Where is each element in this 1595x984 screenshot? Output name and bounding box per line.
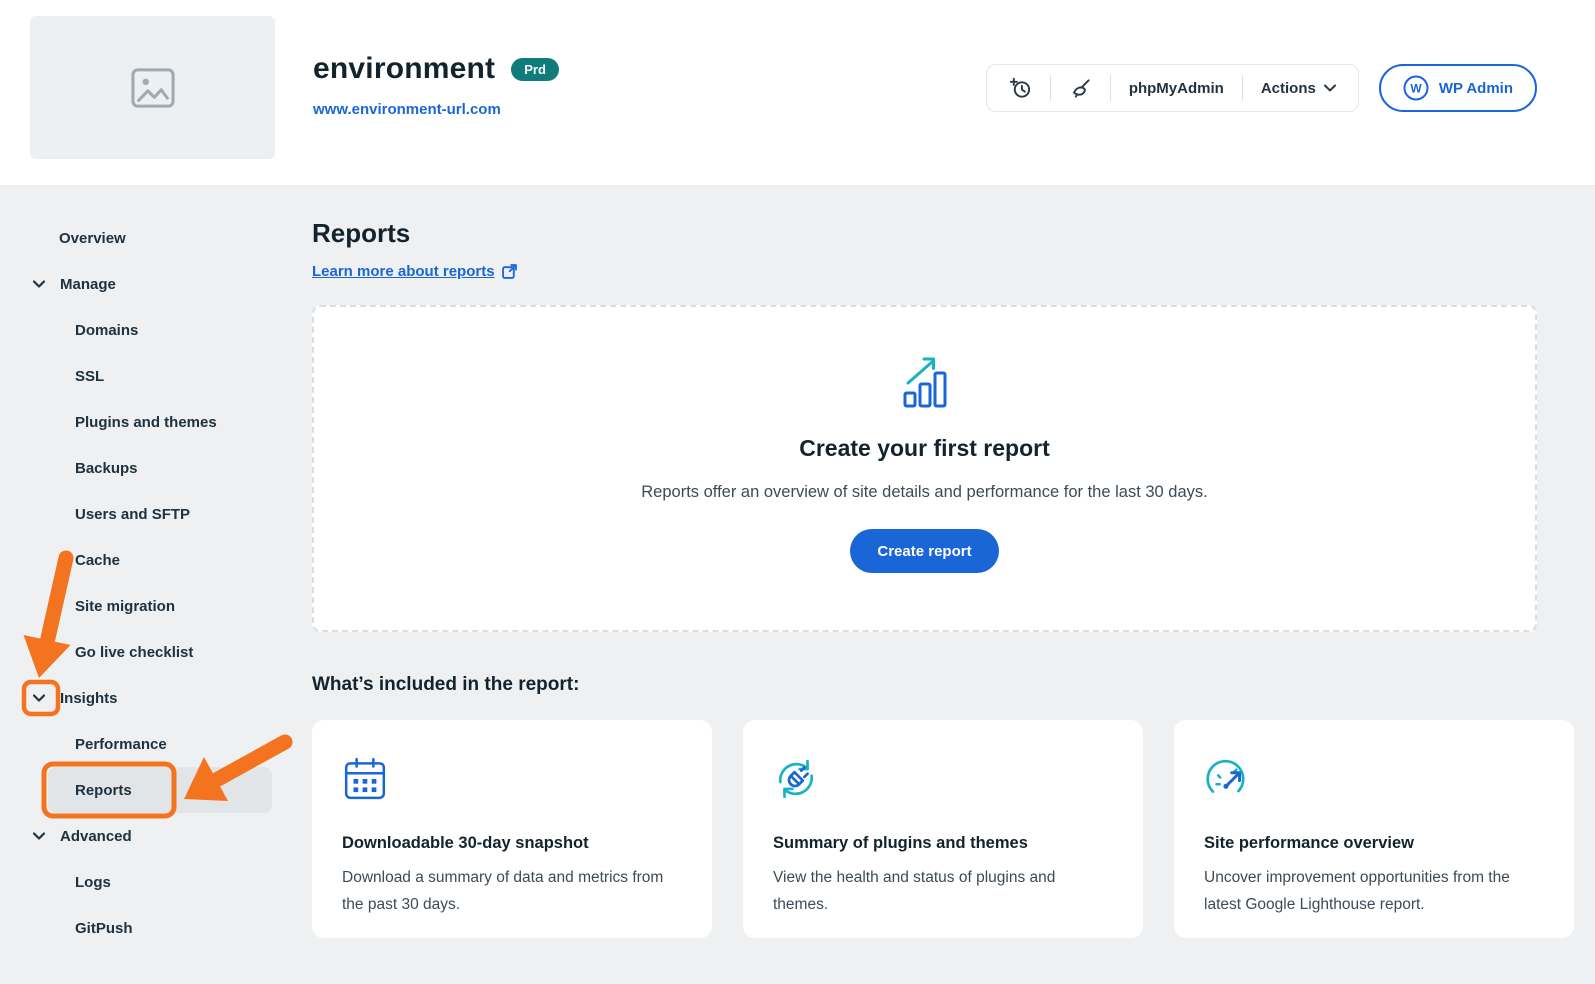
sidebar-item-label: Domains — [75, 322, 138, 339]
sidebar-item-logs[interactable]: Logs — [48, 859, 272, 905]
phpmyadmin-label: phpMyAdmin — [1129, 80, 1224, 97]
sidebar-group-label: Insights — [60, 690, 118, 707]
sidebar-group-label: Advanced — [60, 828, 132, 845]
sidebar-item-label: Go live checklist — [75, 644, 193, 661]
environment-name: environment — [313, 52, 495, 86]
clear-cache-button[interactable] — [1051, 65, 1110, 111]
sidebar-item-label: Reports — [75, 782, 132, 799]
sidebar-item-label: Performance — [75, 736, 167, 753]
wp-admin-button[interactable]: W WP Admin — [1379, 64, 1537, 112]
empty-state-heading: Create your first report — [799, 435, 1050, 462]
sidebar-item-gitpush[interactable]: GitPush — [48, 905, 272, 951]
card-description: View the health and status of plugins an… — [773, 864, 1113, 918]
sidebar-item-domains[interactable]: Domains — [48, 307, 272, 353]
included-cards: Downloadable 30-day snapshot Download a … — [312, 720, 1537, 938]
sidebar-item-plugins-and-themes[interactable]: Plugins and themes — [48, 399, 272, 445]
speedometer-icon — [1204, 756, 1250, 802]
external-link-icon — [502, 264, 517, 279]
empty-state-card: Create your first report Reports offer a… — [312, 305, 1537, 632]
sidebar-item-users-and-sftp[interactable]: Users and SFTP — [48, 491, 272, 537]
sidebar-item-reports[interactable]: Reports — [48, 767, 272, 813]
included-section-heading: What’s included in the report: — [312, 674, 1537, 696]
card-title: Summary of plugins and themes — [773, 834, 1113, 853]
card-description: Uncover improvement opportunities from t… — [1204, 864, 1544, 918]
phpmyadmin-button[interactable]: phpMyAdmin — [1111, 65, 1242, 111]
environment-toolbar: phpMyAdmin Actions — [986, 64, 1359, 112]
chevron-down-icon[interactable] — [33, 280, 45, 288]
environment-badge: Prd — [511, 58, 559, 81]
sidebar-group-insights[interactable]: Insights — [0, 675, 290, 721]
chevron-down-icon[interactable] — [33, 694, 45, 702]
sidebar-group-manage[interactable]: Manage — [0, 261, 290, 307]
sidebar-item-label: Overview — [59, 230, 126, 247]
wp-admin-label: WP Admin — [1439, 80, 1513, 97]
sidebar-item-label: Site migration — [75, 598, 175, 615]
sidebar-item-label: Users and SFTP — [75, 506, 190, 523]
sidebar-group-label: Manage — [60, 276, 116, 293]
sidebar-item-cache[interactable]: Cache — [48, 537, 272, 583]
card-title: Downloadable 30-day snapshot — [342, 834, 682, 853]
card-plugins-summary: Summary of plugins and themes View the h… — [743, 720, 1143, 938]
sidebar-group-advanced[interactable]: Advanced — [0, 813, 290, 859]
sidebar-item-backups[interactable]: Backups — [48, 445, 272, 491]
environment-info: environment Prd www.environment-url.com — [313, 52, 559, 119]
sidebar: Overview Manage Domains SSL Plugins and … — [0, 185, 290, 984]
backup-history-button[interactable] — [991, 65, 1050, 111]
card-title: Site performance overview — [1204, 834, 1544, 853]
image-placeholder-icon — [130, 67, 176, 109]
sidebar-item-go-live-checklist[interactable]: Go live checklist — [48, 629, 272, 675]
sidebar-item-label: SSL — [75, 368, 104, 385]
card-downloadable-snapshot: Downloadable 30-day snapshot Download a … — [312, 720, 712, 938]
empty-state-description: Reports offer an overview of site detail… — [641, 483, 1208, 502]
sidebar-item-label: Backups — [75, 460, 138, 477]
sidebar-item-ssl[interactable]: SSL — [48, 353, 272, 399]
sidebar-item-label: Cache — [75, 552, 120, 569]
sidebar-item-performance[interactable]: Performance — [48, 721, 272, 767]
plugins-sync-icon — [773, 756, 819, 802]
learn-more-label: Learn more about reports — [312, 263, 495, 280]
card-performance-overview: Site performance overview Uncover improv… — [1174, 720, 1574, 938]
sidebar-item-site-migration[interactable]: Site migration — [48, 583, 272, 629]
page-title: Reports — [312, 218, 1537, 249]
header-actions: phpMyAdmin Actions W WP Admin — [986, 64, 1537, 112]
broom-icon — [1069, 77, 1092, 100]
svg-text:W: W — [1410, 82, 1422, 96]
wordpress-logo-icon: W — [1403, 75, 1429, 101]
header: environment Prd www.environment-url.com — [0, 0, 1595, 185]
learn-more-link[interactable]: Learn more about reports — [312, 263, 517, 280]
calendar-icon — [342, 756, 388, 802]
main-content: Reports Learn more about reports Create … — [312, 185, 1537, 938]
clock-plus-icon — [1009, 77, 1032, 100]
actions-dropdown[interactable]: Actions — [1243, 65, 1354, 111]
create-report-button[interactable]: Create report — [850, 529, 998, 573]
sidebar-item-overview[interactable]: Overview — [0, 215, 290, 261]
environment-url-link[interactable]: www.environment-url.com — [313, 101, 501, 118]
actions-label: Actions — [1261, 80, 1316, 97]
chevron-down-icon[interactable] — [33, 832, 45, 840]
sidebar-item-label: GitPush — [75, 920, 133, 937]
sidebar-item-label: Logs — [75, 874, 111, 891]
chevron-down-icon — [1324, 84, 1336, 92]
bar-chart-growth-icon — [894, 353, 956, 411]
environment-thumbnail — [30, 16, 275, 159]
sidebar-item-label: Plugins and themes — [75, 414, 217, 431]
card-description: Download a summary of data and metrics f… — [342, 864, 682, 918]
